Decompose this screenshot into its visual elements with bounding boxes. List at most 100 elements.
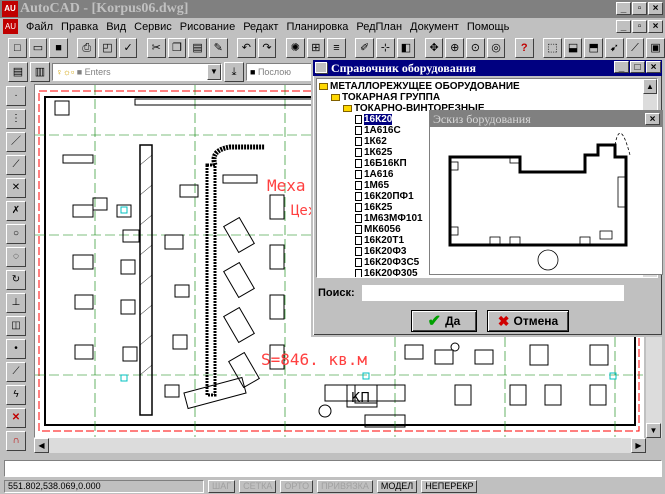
tree-item-machine[interactable]: 1М63МФ101 [355, 213, 423, 224]
scroll-down-icon[interactable]: ▼ [646, 423, 661, 438]
erase-icon[interactable]: ✕ [6, 408, 26, 428]
layer-manager-icon[interactable]: ≡ [327, 38, 346, 58]
ortho-mode-toggle[interactable]: ОРТО [280, 479, 314, 493]
dot-icon[interactable]: • [6, 339, 26, 359]
help-icon[interactable]: ? [514, 38, 534, 58]
print-icon[interactable]: ⎙ [77, 38, 97, 58]
menu-modify[interactable]: Редакт [239, 21, 282, 33]
layer-state-icon[interactable]: ▥ [30, 62, 50, 82]
menu-file[interactable]: Файл [22, 21, 57, 33]
pencil-icon[interactable]: ✐ [355, 38, 374, 58]
spellcheck-icon[interactable]: ✓ [118, 38, 138, 58]
restore-button[interactable]: ▫ [632, 2, 647, 15]
zoom-all-icon[interactable]: ◎ [486, 38, 506, 58]
menu-tools[interactable]: Сервис [130, 21, 176, 33]
line-icon[interactable]: ／ [6, 132, 26, 152]
tree-item-machine[interactable]: МК6056 [355, 224, 401, 235]
magnet-icon[interactable]: ∩ [6, 431, 26, 451]
tree-item-machine[interactable]: 16К20ПФ1 [355, 191, 414, 202]
zoom-window-icon[interactable]: ⊕ [445, 38, 465, 58]
scroll-right-icon[interactable]: ▶ [631, 438, 646, 453]
tree-node-root[interactable]: МЕТАЛЛОРЕЖУЩЕЕ ОБОРУДОВАНИЕ [319, 81, 520, 92]
match-properties-icon[interactable]: ✎ [208, 38, 228, 58]
autocad-app-icon[interactable]: AU [2, 1, 18, 17]
sketch-close-button[interactable]: × [645, 113, 660, 125]
save-icon[interactable]: ■ [49, 38, 68, 58]
lightning-icon[interactable]: ϟ [6, 385, 26, 405]
dialog-window-icon[interactable] [315, 62, 327, 73]
menu-view[interactable]: Вид [102, 21, 130, 33]
layer-dropdown-icon[interactable]: ▼ [207, 64, 221, 80]
menu-edit-plan[interactable]: РедПлан [352, 21, 406, 33]
menu-draw[interactable]: Рисование [176, 21, 239, 33]
doc-restore-button[interactable]: ▫ [632, 20, 647, 33]
perpendicular-icon[interactable]: ⊥ [6, 293, 26, 313]
zoom-previous-icon[interactable]: ⊙ [466, 38, 485, 58]
cancel-button[interactable]: ✖ Отмена [487, 310, 569, 332]
tree-item-machine[interactable]: 1К62 [355, 136, 387, 147]
dialog-maximize-button[interactable]: □ [630, 61, 645, 73]
undo-icon[interactable]: ↶ [237, 38, 256, 58]
document-icon[interactable]: AU [3, 19, 18, 34]
construction-line-icon[interactable]: ✕ [6, 178, 26, 198]
make-current-layer-icon[interactable]: ⤓ [224, 62, 244, 82]
tree-item-machine[interactable]: 1К625 [355, 147, 392, 158]
redraw-icon[interactable]: ◧ [396, 38, 416, 58]
tree-node-group[interactable]: ТОКАРНАЯ ГРУППА [331, 92, 440, 103]
pointer-icon[interactable]: ➹ [605, 38, 624, 58]
tree-item-machine[interactable]: 16К20Т1 [355, 235, 404, 246]
block-icon[interactable]: ◫ [6, 316, 26, 336]
tree-item-machine[interactable]: 1А616С [355, 125, 401, 136]
measure-icon[interactable]: ⟋ [625, 38, 645, 58]
model-mode-toggle[interactable]: МОДЕЛ [376, 479, 418, 493]
command-line[interactable] [4, 460, 662, 477]
osnap-mode-toggle[interactable]: ПРИВЯЗКА [317, 479, 373, 493]
ok-button[interactable]: ✔ Да [411, 310, 477, 332]
doc-minimize-button[interactable]: _ [616, 20, 631, 33]
paste-icon[interactable]: ▤ [188, 38, 207, 58]
menu-edit[interactable]: Правка [57, 21, 102, 33]
tree-item-machine[interactable]: 16К25 [355, 202, 392, 213]
close-button[interactable]: × [648, 2, 663, 15]
grid-mode-toggle[interactable]: СЕТКА [239, 479, 277, 493]
select-window-icon[interactable]: ⬚ [543, 38, 562, 58]
horizontal-scrollbar[interactable]: ◀ ▶ [34, 438, 646, 453]
tree-item-machine[interactable]: 16Б16КП [355, 158, 407, 169]
new-file-icon[interactable]: □ [8, 38, 27, 58]
search-input[interactable] [362, 285, 624, 301]
tree-item-machine[interactable]: 16К20Ф305 [355, 268, 418, 277]
copy-icon[interactable]: ❐ [167, 38, 187, 58]
snap-icon[interactable]: ⊹ [375, 38, 395, 58]
print-preview-icon[interactable]: ◰ [98, 38, 117, 58]
tree-item-machine[interactable]: 16К20Ф3 [355, 246, 406, 257]
arc-icon[interactable]: ◌ [6, 247, 26, 267]
tree-scroll-up-icon[interactable]: ▲ [643, 79, 657, 94]
dialog-minimize-button[interactable]: _ [614, 61, 629, 73]
point-icon[interactable]: · [6, 86, 26, 106]
hyperlink-icon[interactable]: ✺ [285, 38, 305, 58]
redo-icon[interactable]: ↷ [257, 38, 277, 58]
menu-layout[interactable]: Планировка [282, 21, 352, 33]
layer-select[interactable]: ♀☼▫ ■ Enters ▼ [52, 63, 222, 81]
polyline-icon[interactable]: ⟋ [6, 155, 26, 175]
rotate-icon[interactable]: ↻ [6, 270, 26, 290]
open-folder-icon[interactable]: ▭ [28, 38, 48, 58]
scroll-left-icon[interactable]: ◀ [34, 438, 49, 453]
dimension-icon[interactable]: ⟋ [6, 362, 26, 382]
ray-icon[interactable]: ✗ [6, 201, 26, 221]
overlap-mode-toggle[interactable]: НЕПЕРЕКР [421, 479, 478, 493]
cut-icon[interactable]: ✂ [146, 38, 166, 58]
snap-mode-toggle[interactable]: ШАГ [208, 479, 236, 493]
dialog-close-button[interactable]: × [646, 61, 661, 73]
insert-block-icon[interactable]: ⊞ [306, 38, 326, 58]
layers-icon[interactable]: ▤ [8, 62, 28, 82]
properties-icon[interactable]: ▣ [646, 38, 665, 58]
tree-item-machine[interactable]: 16К20 [355, 114, 393, 125]
pan-icon[interactable]: ✥ [424, 38, 444, 58]
doc-close-button[interactable]: × [648, 20, 663, 33]
select-fence-icon[interactable]: ⬒ [584, 38, 604, 58]
tree-item-machine[interactable]: 16К20Ф3С5 [355, 257, 419, 268]
minimize-button[interactable]: _ [616, 2, 631, 15]
tree-item-machine[interactable]: 1М65 [355, 180, 389, 191]
circle-icon[interactable]: ○ [6, 224, 26, 244]
